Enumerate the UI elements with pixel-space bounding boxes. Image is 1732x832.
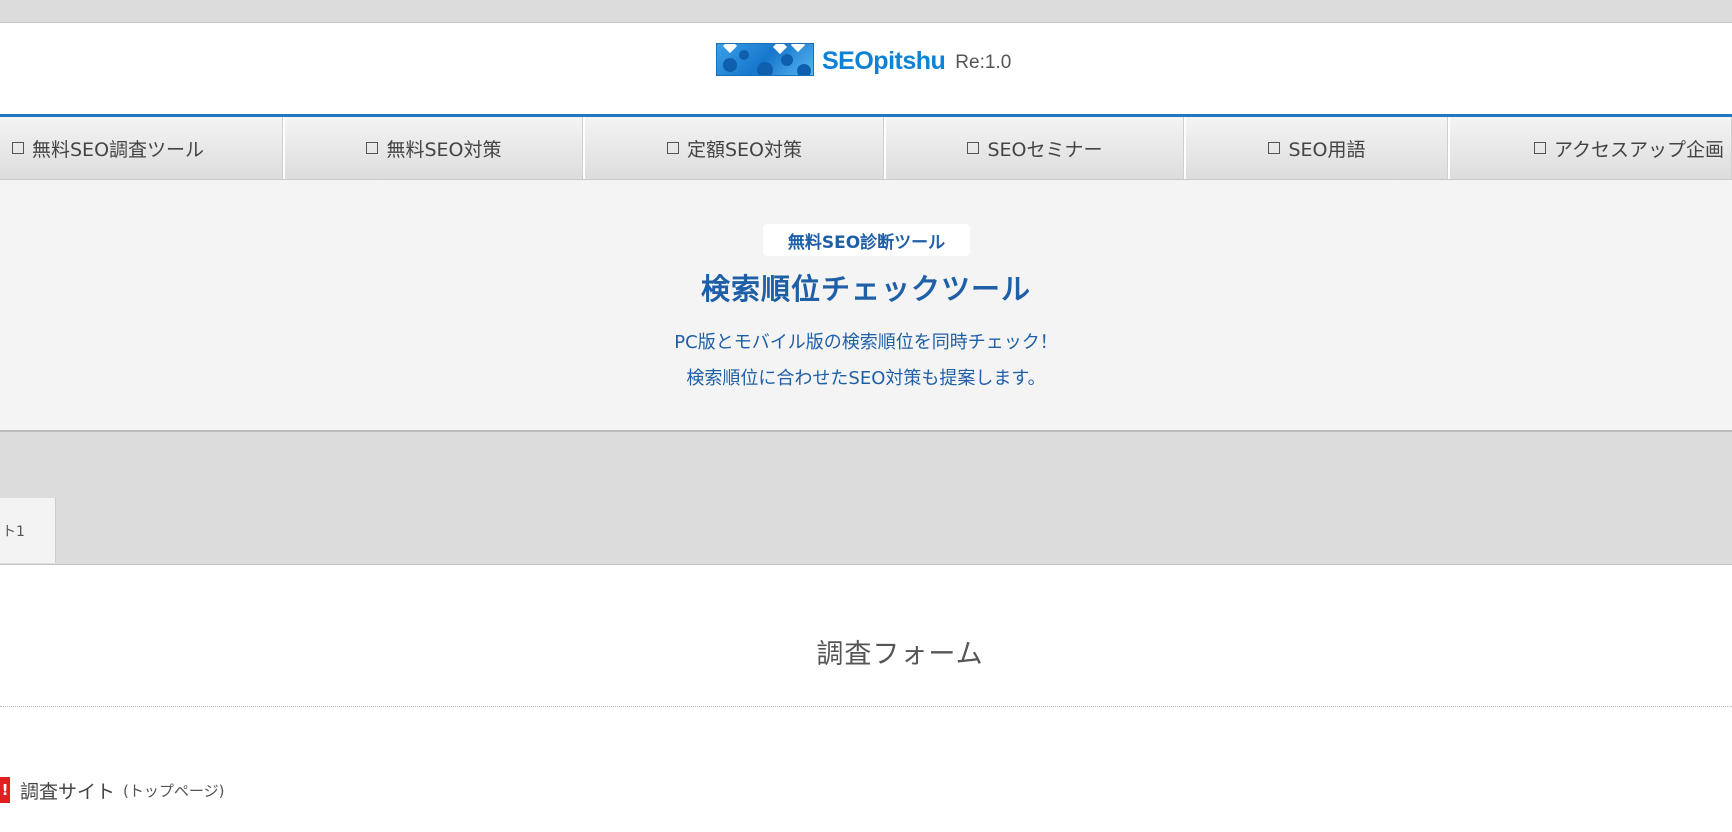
nav-item-access-up[interactable]: アクセスアップ企画 bbox=[1450, 117, 1732, 179]
required-icon: ! bbox=[0, 777, 10, 803]
tab-bar: ト1 bbox=[0, 432, 1732, 565]
site-logo-link[interactable]: SEOpitshu Re:1.0 bbox=[716, 40, 1011, 76]
form-title: 調査フォーム bbox=[816, 639, 984, 670]
survey-site-label: 調査サイト bbox=[20, 780, 116, 803]
checkbox-square-icon bbox=[1533, 142, 1546, 154]
hero-section: 無料SEO診断ツール 検索順位チェックツール PC版とモバイル版の検索順位を同時… bbox=[0, 180, 1732, 432]
nav-item-label: 無料SEO対策 bbox=[386, 138, 502, 161]
page-title: 検索順位チェックツール bbox=[700, 272, 1031, 306]
logo-image bbox=[716, 43, 814, 76]
hero-badge: 無料SEO診断ツール bbox=[763, 224, 970, 256]
checkbox-square-icon bbox=[1268, 142, 1281, 154]
checkbox-square-icon bbox=[967, 142, 980, 154]
nav-item-label: 定額SEO対策 bbox=[686, 138, 803, 161]
checkbox-square-icon bbox=[666, 142, 679, 154]
survey-site-row: ! 調査サイト (トップページ) bbox=[0, 775, 224, 805]
nav-item-seo-seminar[interactable]: SEOセミナー bbox=[886, 117, 1186, 179]
nav-item-seo-glossary[interactable]: SEO用語 bbox=[1186, 117, 1450, 179]
top-strip bbox=[0, 0, 1732, 23]
nav-item-free-seo[interactable]: 無料SEO対策 bbox=[285, 117, 585, 179]
nav-item-fixed-seo[interactable]: 定額SEO対策 bbox=[585, 117, 886, 179]
checkbox-square-icon bbox=[12, 142, 24, 154]
tab-1[interactable]: ト1 bbox=[0, 498, 56, 563]
nav-item-label: アクセスアップ企画 bbox=[1553, 138, 1724, 161]
site-header: SEOpitshu Re:1.0 bbox=[0, 23, 1732, 115]
nav-item-label: SEOセミナー bbox=[987, 138, 1103, 161]
nav-item-label: 無料SEO調査ツール bbox=[32, 138, 205, 161]
hero-description-line-1: PC版とモバイル版の検索順位を同時チェック！ bbox=[674, 332, 1058, 353]
logo-text: SEOpitshu bbox=[822, 47, 946, 75]
page: SEOpitshu Re:1.0 無料SEO調査ツール 無料SEO対策 定額SE… bbox=[0, 0, 1732, 832]
survey-site-note: (トップページ) bbox=[123, 781, 225, 800]
logo-version: Re:1.0 bbox=[955, 52, 1012, 73]
nav-item-free-seo-tools[interactable]: 無料SEO調査ツール bbox=[0, 117, 285, 179]
form-divider bbox=[0, 706, 1732, 707]
nav-item-label: SEO用語 bbox=[1288, 138, 1366, 161]
main-nav: 無料SEO調査ツール 無料SEO対策 定額SEO対策 SEOセミナー SEO用語… bbox=[0, 117, 1732, 180]
hero-description-line-2: 検索順位に合わせたSEO対策も提案します。 bbox=[686, 368, 1046, 389]
checkbox-square-icon bbox=[366, 142, 379, 154]
